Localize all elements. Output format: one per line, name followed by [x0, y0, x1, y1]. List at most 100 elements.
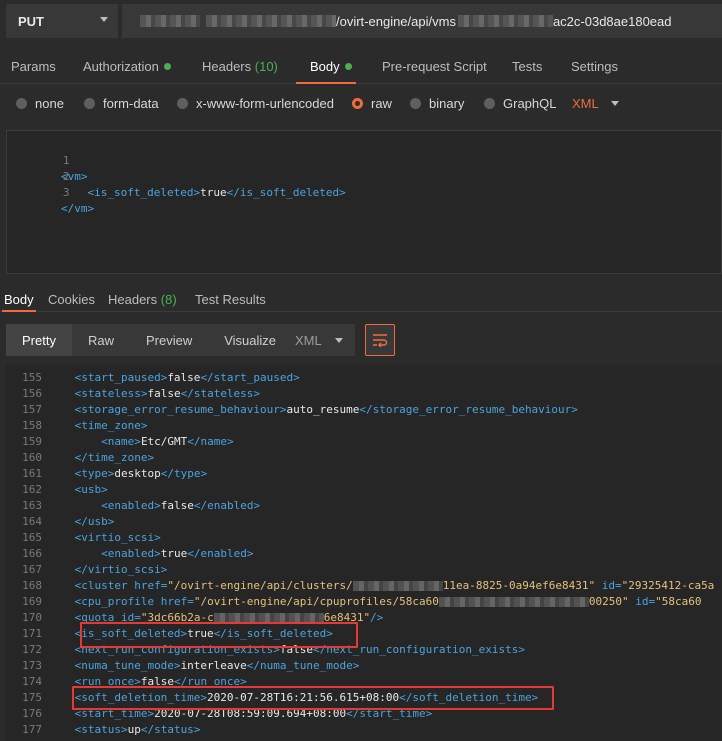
- code-content: <enabled>false</enabled>: [101, 498, 260, 514]
- tab-test-results[interactable]: Test Results: [195, 292, 266, 307]
- line-number: 168: [22, 579, 42, 592]
- code-token: </enabled>: [187, 547, 254, 560]
- line-number: 156: [22, 387, 42, 400]
- radio-selected-icon: [352, 98, 363, 109]
- code-content: </virtio_scsi>: [75, 562, 168, 578]
- code-content: <usb>: [75, 482, 108, 498]
- radio-binary[interactable]: binary: [410, 96, 464, 111]
- response-format-select[interactable]: XML: [285, 324, 355, 356]
- redacted-segment: [206, 15, 336, 27]
- wrap-lines-icon: [373, 334, 388, 347]
- code-token: <numa_tune_mode>: [74, 659, 181, 672]
- code-token: </storage_error_resume_behaviour>: [359, 403, 578, 416]
- code-token: <name>: [101, 435, 141, 448]
- code-content: <storage_error_resume_behaviour>auto_res…: [75, 402, 578, 418]
- code-token: interleave: [180, 659, 247, 672]
- code-token: </time_zone>: [74, 451, 155, 464]
- line-number: 177: [22, 723, 42, 736]
- code-token: false: [167, 371, 201, 384]
- tab-body[interactable]: Body: [310, 59, 352, 74]
- code-token: <stateless>: [74, 387, 148, 400]
- chevron-down-icon: [100, 17, 108, 22]
- headers-count: (10): [254, 59, 278, 74]
- code-token: <enabled>: [101, 547, 161, 560]
- code-token: <time_zone>: [74, 419, 148, 432]
- chevron-down-icon[interactable]: [611, 101, 619, 106]
- code-token: <cluster: [74, 579, 128, 592]
- active-tab-indicator: [2, 310, 36, 312]
- tab-tests[interactable]: Tests: [512, 59, 542, 74]
- code-token: "29325412-ca5a: [621, 579, 715, 592]
- tab-settings[interactable]: Settings: [571, 59, 618, 74]
- line-number: 173: [22, 659, 42, 672]
- tab-response-headers[interactable]: Headers (8): [108, 292, 177, 307]
- radio-none[interactable]: none: [16, 96, 64, 111]
- code-token: 11ea-8825-0a94ef6e8431": [442, 579, 596, 592]
- view-raw-button[interactable]: Raw: [71, 324, 130, 356]
- code-token: auto_resume: [286, 403, 360, 416]
- code-token: </stateless>: [180, 387, 261, 400]
- code-token: true: [160, 547, 188, 560]
- wrap-lines-button[interactable]: [365, 324, 395, 356]
- code-token: href=: [127, 579, 168, 592]
- code-token: href=: [154, 595, 194, 608]
- code-token: </type>: [160, 467, 208, 480]
- url-tail: ac2c-03d8ae180ead: [552, 13, 672, 29]
- tab-response-body[interactable]: Body: [4, 292, 34, 307]
- line-number: 163: [22, 499, 42, 512]
- code-token: id=: [628, 595, 656, 608]
- code-token: </start_paused>: [200, 371, 300, 384]
- radio-graphql[interactable]: GraphQL: [484, 96, 556, 111]
- tab-authorization[interactable]: Authorization: [83, 59, 171, 74]
- response-tabs: Body Cookies Headers (8) Test Results: [0, 286, 722, 312]
- redacted-segment: [140, 15, 200, 27]
- view-pretty-button[interactable]: Pretty: [6, 324, 72, 356]
- line-number: 159: [22, 435, 42, 448]
- tab-cookies[interactable]: Cookies: [48, 292, 95, 307]
- headers-count: (8): [160, 292, 177, 307]
- code-content: <cluster href="/ovirt-engine/api/cluster…: [75, 578, 715, 594]
- code-token: </status>: [140, 723, 201, 736]
- response-body-viewer[interactable]: 155 <start_paused>false</start_paused> 156…: [6, 364, 722, 741]
- request-body-editor[interactable]: 1 <vm> 2 <is_soft_deleted>true</is_soft_…: [6, 130, 722, 274]
- line-number: 176: [22, 707, 42, 720]
- line-number: 166: [22, 547, 42, 560]
- radio-icon: [484, 98, 495, 109]
- code-token: up: [127, 723, 141, 736]
- code-token: <type>: [74, 467, 115, 480]
- code-token: "/ovirt-engine/api/clusters/: [167, 579, 353, 592]
- line-number: 170: [22, 611, 42, 624]
- radio-x-www-form-urlencoded[interactable]: x-www-form-urlencoded: [177, 96, 334, 111]
- line-number: 158: [22, 419, 42, 432]
- line-number: 157: [22, 403, 42, 416]
- code-token: <status>: [74, 723, 128, 736]
- status-dot-icon: [163, 63, 171, 70]
- line-number: 165: [22, 531, 42, 544]
- url-input[interactable]: /ovirt-engine/api/vms ac2c-03d8ae180ead: [122, 4, 722, 38]
- code-content: </time_zone>: [75, 450, 154, 466]
- tab-headers[interactable]: Headers (10): [202, 59, 278, 74]
- code-token: <usb>: [74, 483, 108, 496]
- code-content: </usb>: [75, 514, 115, 530]
- body-language-select[interactable]: XML: [572, 96, 599, 111]
- radio-icon: [410, 98, 421, 109]
- tab-pre-request-script[interactable]: Pre-request Script: [382, 59, 487, 74]
- code-content: <time_zone>: [75, 418, 148, 434]
- radio-form-data[interactable]: form-data: [84, 96, 159, 111]
- radio-raw[interactable]: raw: [352, 96, 392, 111]
- line-number: 155: [22, 371, 42, 384]
- code-token: Etc/GMT: [140, 435, 188, 448]
- request-tabs: Params Authorization Headers (10) Body P…: [0, 50, 722, 84]
- code-token: </usb>: [74, 515, 115, 528]
- code-token: "/ovirt-engine/api/cpuprofiles/58ca60: [193, 595, 439, 608]
- line-number: 167: [22, 563, 42, 576]
- view-visualize-button[interactable]: Visualize: [208, 324, 293, 356]
- code-token: </enabled>: [193, 499, 261, 512]
- tab-params[interactable]: Params: [11, 59, 56, 74]
- view-preview-button[interactable]: Preview: [129, 324, 209, 356]
- code-content: <start_paused>false</start_paused>: [75, 370, 300, 386]
- code-token: <virtio_scsi>: [74, 531, 161, 544]
- code-token: 00250": [588, 595, 629, 608]
- redacted-segment: [352, 581, 443, 591]
- method-select[interactable]: PUT: [6, 4, 118, 38]
